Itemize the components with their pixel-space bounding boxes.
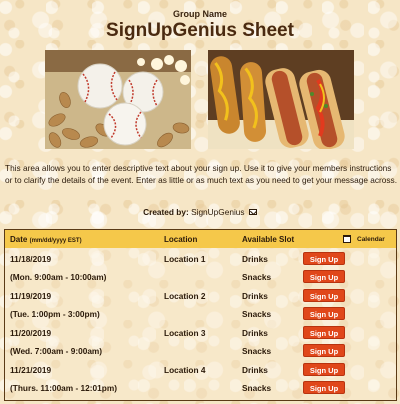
sign-up-button[interactable]: Sign Up bbox=[303, 344, 345, 357]
row-date: 11/19/2019 bbox=[10, 291, 52, 301]
column-slot-header: Available Slot bbox=[242, 235, 295, 244]
slot-name: Drinks bbox=[242, 365, 268, 375]
sign-up-button[interactable]: Sign Up bbox=[303, 363, 345, 376]
row-time: (Mon. 9:00am - 10:00am) bbox=[10, 272, 107, 282]
signup-table: Date (mm/dd/yyyy EST) Location Available… bbox=[4, 229, 397, 401]
row-time: (Tue. 1:00pm - 3:00pm) bbox=[10, 309, 100, 319]
row-location: Location 2 bbox=[164, 291, 206, 301]
sign-up-button[interactable]: Sign Up bbox=[303, 252, 345, 265]
row-location: Location 3 bbox=[164, 328, 206, 338]
calendar-icon[interactable] bbox=[343, 235, 351, 243]
row-location: Location 1 bbox=[164, 254, 206, 264]
hotdogs-corndogs-photo bbox=[208, 50, 354, 149]
sign-up-button[interactable]: Sign Up bbox=[303, 381, 345, 394]
created-by-name[interactable]: SignUpGenius bbox=[191, 207, 245, 217]
slot-name: Drinks bbox=[242, 328, 268, 338]
slot-name: Snacks bbox=[242, 309, 272, 319]
group-name: Group Name bbox=[172, 9, 227, 19]
sign-up-button[interactable]: Sign Up bbox=[303, 270, 345, 283]
row-date: 11/18/2019 bbox=[10, 254, 52, 264]
sign-up-button[interactable]: Sign Up bbox=[303, 326, 345, 339]
created-by-label: Created by: bbox=[143, 207, 189, 217]
sign-up-button[interactable]: Sign Up bbox=[303, 289, 345, 302]
envelope-icon[interactable] bbox=[248, 209, 257, 215]
slot-name: Snacks bbox=[242, 346, 272, 356]
table-header: Date (mm/dd/yyyy EST) Location Available… bbox=[5, 230, 396, 248]
calendar-link[interactable]: Calendar bbox=[357, 236, 385, 243]
row-time: (Thurs. 11:00am - 12:01pm) bbox=[10, 383, 117, 393]
column-date-header: Date (mm/dd/yyyy EST) bbox=[10, 235, 82, 244]
slot-name: Drinks bbox=[242, 291, 268, 301]
sign-up-button[interactable]: Sign Up bbox=[303, 307, 345, 320]
row-time: (Wed. 7:00am - 9:00am) bbox=[10, 346, 103, 356]
slot-name: Drinks bbox=[242, 254, 268, 264]
baseball-snacks-photo bbox=[45, 50, 191, 149]
row-date: 11/21/2019 bbox=[10, 365, 52, 375]
slot-name: Snacks bbox=[242, 383, 272, 393]
row-date: 11/20/2019 bbox=[10, 328, 52, 338]
column-location-header: Location bbox=[164, 235, 198, 244]
page-title: SignUpGenius Sheet bbox=[106, 20, 294, 41]
created-by: Created by: SignUpGenius bbox=[0, 207, 400, 217]
sign-up-description: This area allows you to enter descriptiv… bbox=[5, 163, 397, 185]
slot-name: Snacks bbox=[242, 272, 272, 282]
row-location: Location 4 bbox=[164, 365, 206, 375]
